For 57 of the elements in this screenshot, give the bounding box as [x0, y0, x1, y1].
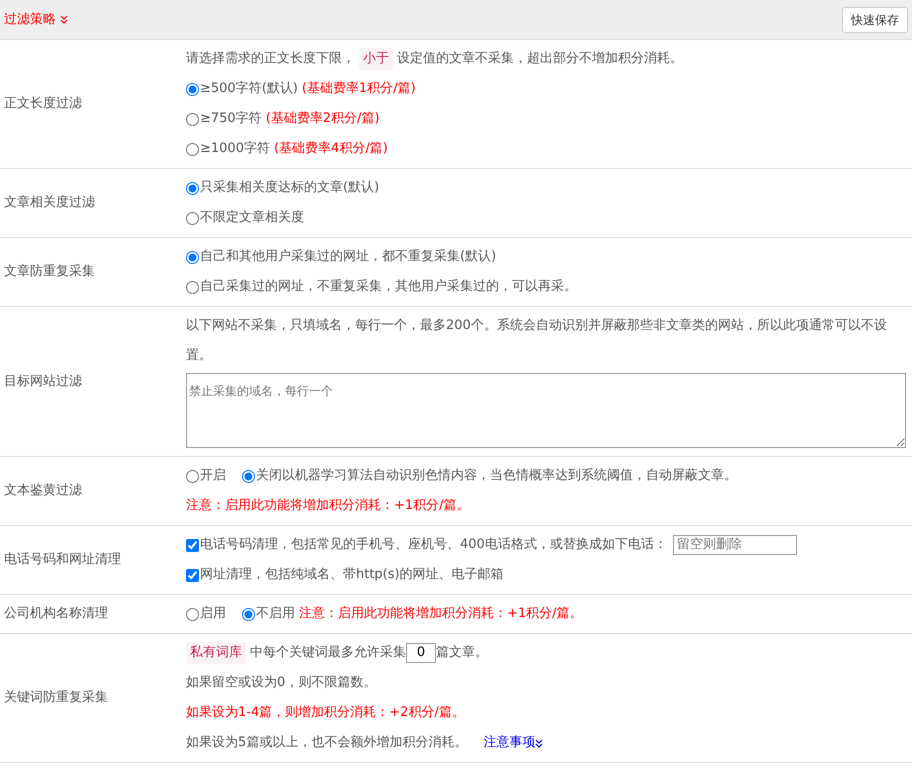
description-text: 以下网站不采集，只填域名，每行一个，最多200个。系统会自动识别并屏蔽那些非文章类的网站，所以此项通常可以不设置。 [186, 318, 887, 363]
option-label: 不启用 [256, 605, 295, 623]
option-label: 启用 [200, 605, 226, 623]
radio-button[interactable] [242, 608, 255, 620]
section-title: 过滤策略 [4, 10, 56, 29]
option-label: ≥500字符(默认) [200, 80, 298, 98]
radio-button[interactable] [186, 250, 199, 264]
radio-button[interactable] [186, 470, 199, 482]
description-text: 以机器学习算法自动识别色情内容，当色情概率达到系统阈值，自动屏蔽文章。 [282, 467, 737, 485]
radio-button[interactable] [186, 82, 199, 96]
setting-label: 电话号码和网址清理 [3, 551, 122, 570]
radio-button[interactable] [186, 280, 199, 294]
radio-button[interactable] [186, 142, 199, 156]
description-text: 设定值的文章不采集，超出部分不增加积分消耗。 [397, 50, 683, 68]
radio-button[interactable] [186, 112, 199, 126]
setting-label: 关键词防重复采集 [3, 689, 109, 708]
warning-note: (基础费率4积分/篇) [274, 140, 388, 158]
option-label: ≥750字符 [200, 110, 262, 128]
warning-note: 注意：启用此功能将增加积分消耗：+1积分/篇。 [299, 605, 583, 623]
option-label: ≥1000字符 [200, 140, 270, 158]
warning-note: 如果设为1-4篇，则增加积分消耗：+2积分/篇。 [186, 704, 465, 722]
option-label: 关闭 [256, 467, 282, 485]
option-label: 自己采集过的网址，不重复采集，其他用户采集过的，可以再采。 [200, 278, 577, 296]
option-label: 电话号码清理，包括常见的手机号、座机号、400电话格式，或替换成如下电话： [200, 536, 667, 554]
setting-label: 正文长度过滤 [3, 95, 83, 114]
double-chevron-icon[interactable] [535, 738, 544, 748]
radio-button[interactable] [186, 212, 199, 224]
option-label: 不限定文章相关度 [200, 209, 304, 227]
save-button[interactable]: 快速保存 [842, 6, 908, 32]
option-label: 只采集相关度达标的文章(默认) [200, 179, 380, 197]
domain-textarea[interactable]: 禁止采集的域名，每行一个 [186, 373, 906, 448]
setting-label: 文本鉴黄过滤 [3, 482, 83, 500]
description-text: 请选择需求的正文长度下限， [186, 50, 355, 68]
setting-label: 目标网站过滤 [3, 372, 83, 391]
radio-button[interactable] [242, 470, 255, 482]
warning-note: (基础费率2积分/篇) [266, 110, 380, 128]
notes-link[interactable]: 注意事项 [483, 728, 536, 758]
keyword-tag: 私有词库 [186, 642, 246, 664]
warning-note: 注意：启用此功能将增加积分消耗：+1积分/篇。 [186, 497, 470, 515]
count-input-field[interactable]: 0 [406, 643, 436, 663]
description-text: 如果留空或设为0，则不限篇数。 [186, 675, 376, 690]
description-text: 中每个关键词最多允许采集 [250, 644, 406, 662]
checkbox[interactable] [186, 568, 199, 582]
radio-button[interactable] [186, 608, 199, 620]
setting-label: 文章防重复采集 [3, 263, 96, 282]
option-label: 网址清理，包括纯域名、带http(s)的网址、电子邮箱 [200, 566, 504, 584]
setting-label: 公司机构名称清理 [3, 605, 109, 624]
phone-input-field[interactable]: 留空则删除 [672, 535, 797, 555]
description-text: 篇文章。 [436, 644, 488, 662]
checkbox[interactable] [186, 538, 199, 552]
option-label: 开启 [200, 467, 226, 485]
warning-note: (基础费率1积分/篇) [302, 80, 416, 98]
setting-label: 文章相关度过滤 [3, 194, 96, 212]
radio-button[interactable] [186, 182, 199, 194]
keyword-tag: 小于 [359, 48, 393, 70]
option-label: 自己和其他用户采集过的网址，都不重复采集(默认) [200, 248, 496, 266]
description-text: 如果设为5篇或以上，也不会额外增加积分消耗。 [186, 734, 468, 752]
